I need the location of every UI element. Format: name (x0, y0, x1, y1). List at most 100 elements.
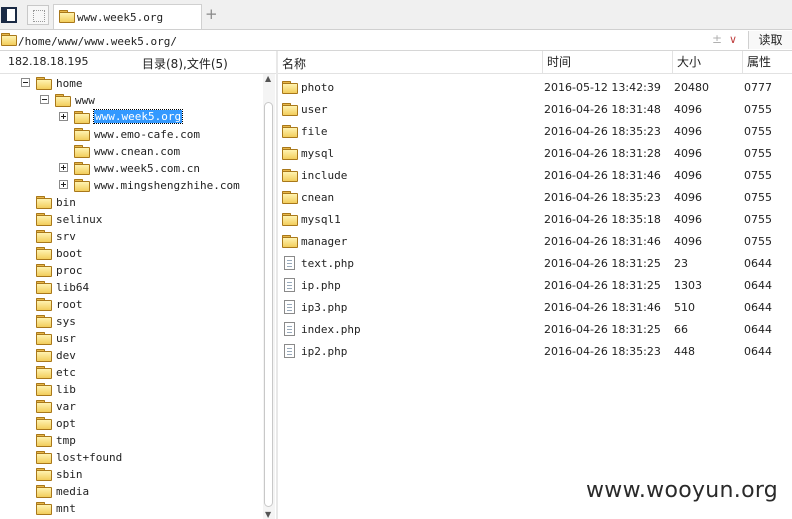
file-list: photo 2016-05-12 13:42:39 20480 0777 user 201… (278, 76, 792, 519)
tree-item[interactable]: www (0, 92, 262, 109)
folder-icon (36, 383, 52, 396)
file-row[interactable]: ip3.php 2016-04-26 18:31:46 510 0644 (278, 296, 792, 318)
folder-icon (282, 213, 298, 226)
folder-icon (36, 400, 52, 413)
tree-item[interactable]: www.week5.org (0, 109, 262, 126)
tree-item[interactable]: lost+found (0, 449, 262, 466)
tree-item[interactable]: root (0, 296, 262, 313)
file-row[interactable]: ip.php 2016-04-26 18:31:25 1303 0644 (278, 274, 792, 296)
read-button[interactable]: 读取 (748, 31, 792, 49)
file-time: 2016-04-26 18:35:23 (544, 345, 661, 358)
column-perm[interactable]: 属性 (742, 51, 771, 73)
file-row[interactable]: text.php 2016-04-26 18:31:25 23 0644 (278, 252, 792, 274)
file-time: 2016-04-26 18:35:23 (544, 125, 661, 138)
tree-item[interactable]: etc (0, 364, 262, 381)
collapse-icon[interactable] (21, 78, 30, 87)
file-name: ip3.php (301, 301, 348, 314)
path-history-icon[interactable]: ± (712, 32, 722, 46)
tree-item[interactable]: www.mingshengzhihe.com (0, 177, 262, 194)
tree-item[interactable]: bin (0, 194, 262, 211)
file-row[interactable]: mysql1 2016-04-26 18:35:18 4096 0755 (278, 208, 792, 230)
folder-icon (36, 434, 52, 447)
tree-item-label: mnt (56, 502, 76, 515)
folder-icon (36, 332, 52, 345)
tree-item[interactable]: lib64 (0, 279, 262, 296)
tree-item[interactable]: sys (0, 313, 262, 330)
file-size: 4096 (674, 103, 702, 116)
scroll-down-icon[interactable]: ▼ (265, 510, 271, 519)
chevron-down-icon[interactable]: ∨ (729, 33, 737, 46)
tab-strip: www.week5.org + (0, 0, 792, 30)
tree-item[interactable]: www.cnean.com (0, 143, 262, 160)
file-list-header: 名称 时间 大小 属性 (278, 51, 792, 74)
folder-icon (36, 230, 52, 243)
folder-icon (36, 196, 52, 209)
tree-item[interactable]: selinux (0, 211, 262, 228)
scrollbar-thumb[interactable] (264, 102, 273, 507)
folder-icon (36, 468, 52, 481)
file-row[interactable]: photo 2016-05-12 13:42:39 20480 0777 (278, 76, 792, 98)
tree-item-label: sbin (56, 468, 83, 481)
file-row[interactable]: mysql 2016-04-26 18:31:28 4096 0755 (278, 142, 792, 164)
file-size: 448 (674, 345, 695, 358)
tree-item[interactable]: www.week5.com.cn (0, 160, 262, 177)
sidebar-toggle-icon[interactable] (1, 7, 17, 23)
file-row[interactable]: index.php 2016-04-26 18:31:25 66 0644 (278, 318, 792, 340)
tree-item[interactable]: var (0, 398, 262, 415)
file-row[interactable]: ip2.php 2016-04-26 18:35:23 448 0644 (278, 340, 792, 362)
folder-icon (36, 77, 52, 90)
expand-icon[interactable] (59, 163, 68, 172)
new-window-icon[interactable] (27, 5, 49, 25)
collapse-icon[interactable] (40, 95, 49, 104)
tab-current[interactable]: www.week5.org (53, 4, 202, 29)
folder-icon (36, 315, 52, 328)
tree-item[interactable]: opt (0, 415, 262, 432)
file-row[interactable]: cnean 2016-04-26 18:35:23 4096 0755 (278, 186, 792, 208)
file-time: 2016-04-26 18:35:18 (544, 213, 661, 226)
file-icon (284, 278, 295, 292)
path-bar: ± ∨ 读取 (0, 30, 792, 51)
file-time: 2016-04-26 18:31:25 (544, 257, 661, 270)
file-name: index.php (301, 323, 361, 336)
file-perm: 0644 (744, 323, 772, 336)
column-time[interactable]: 时间 (542, 51, 571, 73)
tree-item[interactable]: dev (0, 347, 262, 364)
column-name[interactable]: 名称 (282, 55, 306, 72)
tree-item[interactable]: tmp (0, 432, 262, 449)
file-row[interactable]: include 2016-04-26 18:31:46 4096 0755 (278, 164, 792, 186)
add-tab-button[interactable]: + (205, 5, 218, 23)
tree-item[interactable]: sbin (0, 466, 262, 483)
tree-item[interactable]: lib (0, 381, 262, 398)
tree-item[interactable]: mnt (0, 500, 262, 517)
tree-item[interactable]: home (0, 75, 262, 92)
file-icon (284, 322, 295, 336)
file-time: 2016-04-26 18:35:23 (544, 191, 661, 204)
tree-item[interactable]: www.emo-cafe.com (0, 126, 262, 143)
path-input[interactable] (18, 33, 743, 49)
file-name: text.php (301, 257, 354, 270)
file-row[interactable]: manager 2016-04-26 18:31:46 4096 0755 (278, 230, 792, 252)
file-row[interactable]: file 2016-04-26 18:35:23 4096 0755 (278, 120, 792, 142)
file-time: 2016-04-26 18:31:25 (544, 279, 661, 292)
column-size[interactable]: 大小 (672, 51, 701, 73)
folder-icon (1, 33, 17, 46)
file-time: 2016-05-12 13:42:39 (544, 81, 661, 94)
file-perm: 0777 (744, 81, 772, 94)
folder-icon (55, 94, 71, 107)
folder-icon (36, 417, 52, 430)
expand-icon[interactable] (59, 112, 68, 121)
folder-icon (36, 264, 52, 277)
watermark: www.wooyun.org (586, 478, 779, 503)
tree-item[interactable]: boot (0, 245, 262, 262)
tree-item[interactable]: media (0, 483, 262, 500)
expand-icon[interactable] (59, 180, 68, 189)
folder-icon (36, 247, 52, 260)
tree-item[interactable]: proc (0, 262, 262, 279)
file-row[interactable]: user 2016-04-26 18:31:48 4096 0755 (278, 98, 792, 120)
tree-item-label: lost+found (56, 451, 123, 464)
scroll-up-icon[interactable]: ▲ (265, 74, 271, 83)
file-perm: 0644 (744, 345, 772, 358)
tree-item[interactable]: srv (0, 228, 262, 245)
tree-item[interactable]: usr (0, 330, 262, 347)
tree-scrollbar[interactable]: ▲ ▼ (263, 74, 275, 519)
